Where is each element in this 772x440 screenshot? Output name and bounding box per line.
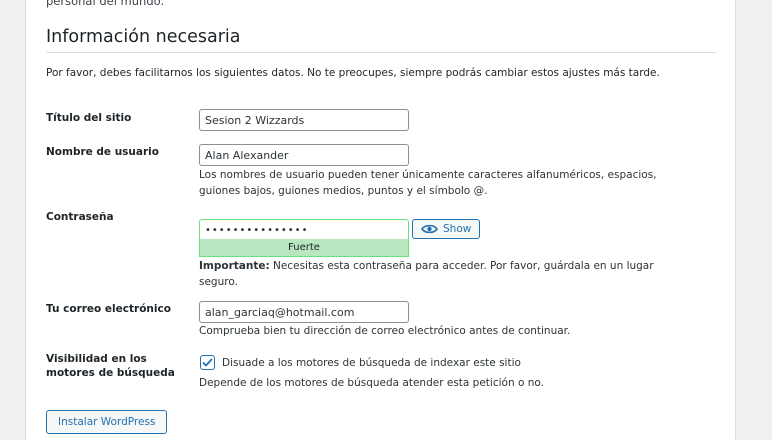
install-wordpress-button[interactable]: Instalar WordPress <box>46 410 168 434</box>
show-password-label: Show <box>443 223 472 235</box>
email-description: Comprueba bien tu dirección de correo el… <box>199 325 571 337</box>
discourage-search-label[interactable]: Disuade a los motores de búsqueda de ind… <box>222 355 521 371</box>
instructions-text: Por favor, debes facilitarnos los siguie… <box>46 67 660 79</box>
site-title-label: Título del sitio <box>46 112 132 124</box>
password-note: Importante: Necesitas esta contraseña pa… <box>199 258 679 290</box>
email-label: Tu correo electrónico <box>46 303 171 315</box>
site-title-input[interactable] <box>199 109 409 131</box>
eye-icon <box>421 224 438 234</box>
password-label: Contraseña <box>46 211 114 223</box>
email-input[interactable] <box>199 301 409 323</box>
checkmark-icon <box>202 358 213 367</box>
install-form-card: personal del mundo. Información necesari… <box>25 0 736 440</box>
password-input[interactable] <box>199 219 409 241</box>
username-input[interactable] <box>199 144 409 166</box>
search-visibility-label: Visibilidad en los motores de búsqueda <box>46 353 175 379</box>
username-description: Los nombres de usuario pueden tener únic… <box>199 169 657 197</box>
heading-divider <box>46 52 716 53</box>
username-label: Nombre de usuario <box>46 146 159 158</box>
password-strength-indicator: Fuerte <box>199 239 409 257</box>
section-heading: Información necesaria <box>46 27 241 47</box>
show-password-button[interactable]: Show <box>412 219 481 239</box>
search-visibility-description: Depende de los motores de búsqueda atend… <box>199 377 544 389</box>
password-important-label: Importante: <box>199 260 270 272</box>
intro-text: personal del mundo. <box>46 0 165 8</box>
discourage-search-checkbox[interactable] <box>200 355 215 370</box>
